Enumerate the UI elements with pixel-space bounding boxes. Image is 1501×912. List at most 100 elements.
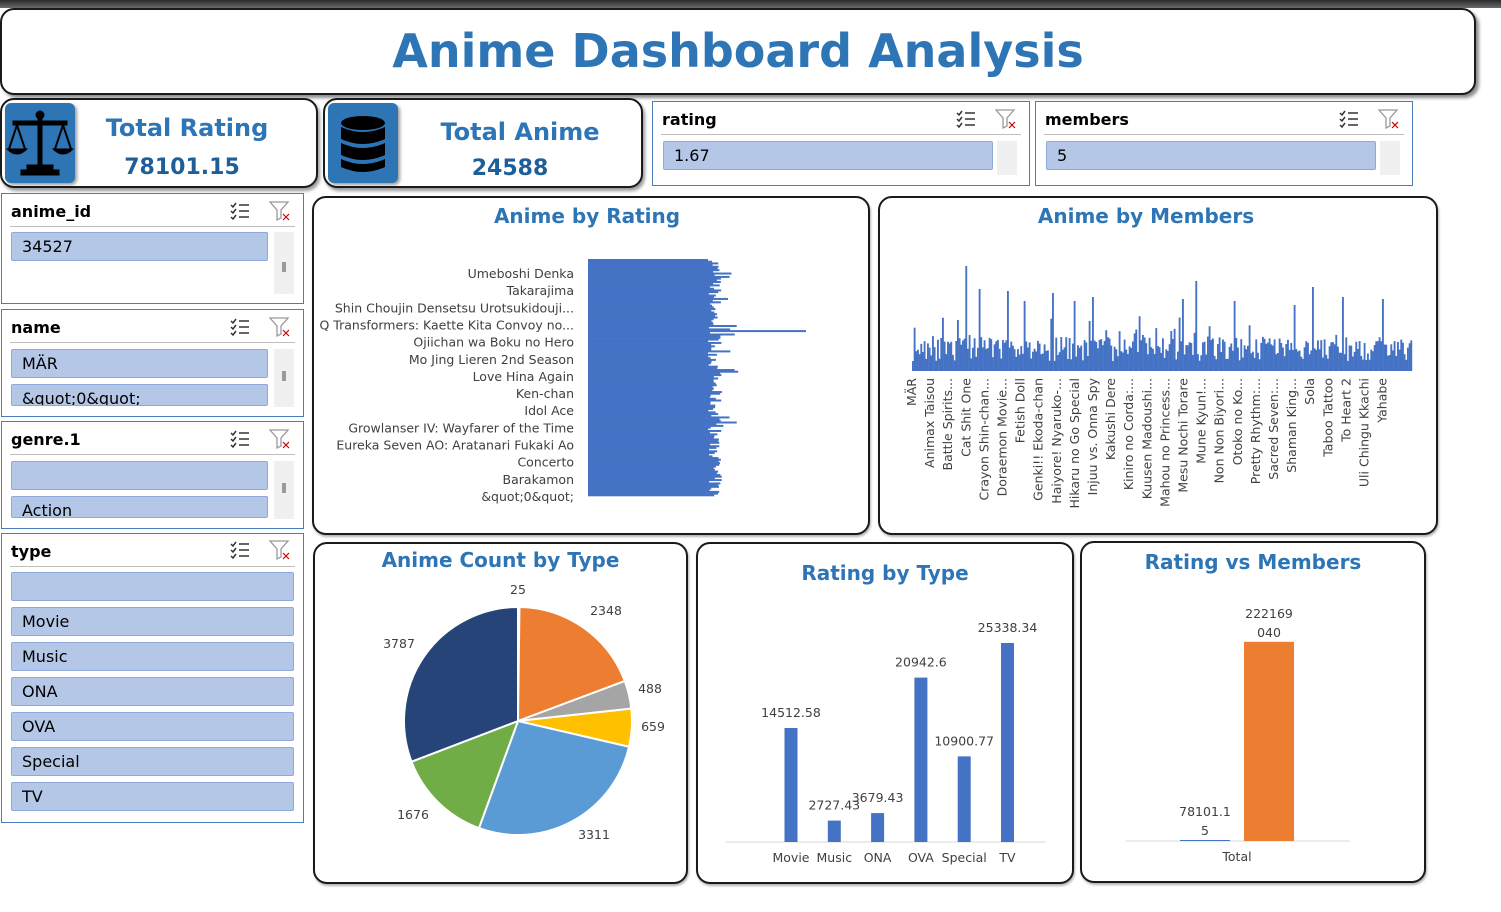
bar (1372, 351, 1374, 371)
slicer-divider (10, 454, 295, 455)
bar (1377, 341, 1379, 371)
bar (1318, 349, 1321, 371)
clear-filter-icon[interactable] (995, 108, 1017, 130)
bar (968, 335, 971, 371)
clear-filter-icon[interactable] (269, 316, 291, 338)
slicer-item[interactable]: 5 (1046, 141, 1376, 170)
bar (1153, 354, 1156, 371)
bar (1170, 331, 1173, 371)
bar (1073, 301, 1076, 371)
bar (945, 354, 948, 371)
slicer-item[interactable]: Action (11, 496, 268, 518)
bar (1343, 354, 1346, 371)
bar (1130, 347, 1133, 371)
multi-select-icon[interactable] (229, 539, 251, 561)
bar (1092, 297, 1094, 371)
bar (977, 347, 979, 371)
clear-filter-icon[interactable] (269, 539, 291, 561)
axis-label: Barakamon (503, 472, 574, 487)
slicer-item-music[interactable]: Music (11, 642, 294, 671)
slicer-scrollbar[interactable] (1380, 141, 1400, 175)
axis-label: Fetish Doll (1013, 378, 1028, 443)
slicer-item-blank[interactable] (11, 572, 294, 601)
bar (1088, 320, 1091, 371)
bar (1068, 338, 1071, 371)
clear-filter-icon[interactable] (269, 428, 291, 450)
multi-select-icon[interactable] (955, 108, 977, 130)
slicer-item[interactable]: 1.67 (663, 141, 993, 170)
bar (1322, 357, 1324, 371)
data-label: 25 (510, 582, 526, 597)
slicer-item-movie[interactable]: Movie (11, 607, 294, 636)
page-title: Anime Dashboard Analysis (392, 24, 1084, 78)
slicer-item-tv[interactable]: TV (11, 782, 294, 811)
axis-label: Ojiichan wa Boku no Hero (413, 335, 574, 350)
bar (1095, 342, 1098, 371)
bar (1148, 337, 1151, 371)
data-label: 20942.6 (895, 655, 947, 670)
bar (973, 338, 976, 371)
bar (940, 338, 943, 371)
bar (995, 341, 998, 371)
data-label: 1676 (397, 807, 429, 822)
bar (1408, 343, 1411, 371)
bar (1023, 301, 1026, 371)
bar (1245, 349, 1248, 371)
slicer-item[interactable]: &quot;0&quot; (11, 384, 268, 406)
slicer-header: name (11, 318, 61, 337)
bar (1192, 354, 1194, 371)
clear-filter-icon[interactable] (269, 200, 291, 222)
multi-select-icon[interactable] (229, 316, 251, 338)
slicer-item-ona[interactable]: ONA (11, 677, 294, 706)
bar (1193, 332, 1196, 371)
bar (1328, 346, 1331, 371)
bar (918, 354, 921, 371)
bar (923, 341, 926, 371)
bar (1025, 341, 1028, 371)
bar (1048, 360, 1051, 371)
slicer-item[interactable]: MÄR (11, 349, 268, 378)
bar (970, 358, 973, 371)
slicer-item-special[interactable]: Special (11, 747, 294, 776)
data-label: 222169 (1245, 606, 1293, 621)
bar (1015, 356, 1018, 371)
bar (1118, 331, 1121, 371)
bar (588, 473, 721, 476)
slicer-header: anime_id (11, 202, 92, 221)
bar (1373, 345, 1376, 371)
slicer-item-ova[interactable]: OVA (11, 712, 294, 741)
clear-filter-icon[interactable] (1378, 108, 1400, 130)
bar (1287, 339, 1289, 371)
bar (1052, 293, 1054, 371)
multi-select-icon[interactable] (229, 428, 251, 450)
multi-select-icon[interactable] (229, 200, 251, 222)
bar (985, 348, 988, 371)
multi-select-icon[interactable] (1338, 108, 1360, 130)
slicer-scrollbar[interactable] (274, 461, 294, 519)
bar (1355, 341, 1358, 371)
anime-by-rating-plot: Umeboshi Denka Takarajima Shin Choujin Den… (320, 259, 806, 504)
slicer-scrollbar[interactable] (274, 232, 294, 294)
bar (1280, 343, 1283, 371)
bar (1012, 345, 1014, 371)
bar (1207, 336, 1209, 371)
bar (1058, 352, 1061, 371)
bar (1027, 347, 1029, 371)
bar (915, 351, 918, 371)
bar (588, 350, 731, 353)
axis-label: Shaman King... (1284, 378, 1299, 473)
slicer-item[interactable] (11, 461, 268, 490)
slicer-item[interactable]: 34527 (11, 232, 268, 261)
window-top-strip (0, 0, 1501, 8)
axis-label: &quot;0&quot; (481, 489, 574, 504)
axis-label: Sola (1302, 378, 1317, 405)
bar (1375, 341, 1378, 371)
slicer-scrollbar[interactable] (997, 141, 1017, 175)
bar (1008, 347, 1011, 371)
bar (1002, 340, 1004, 371)
slicer-scrollbar[interactable] (274, 349, 294, 407)
kpi-total-rating: Total Rating 78101.15 (0, 98, 318, 188)
bar (1001, 643, 1014, 842)
bar (1067, 359, 1069, 371)
bar (1112, 361, 1114, 371)
